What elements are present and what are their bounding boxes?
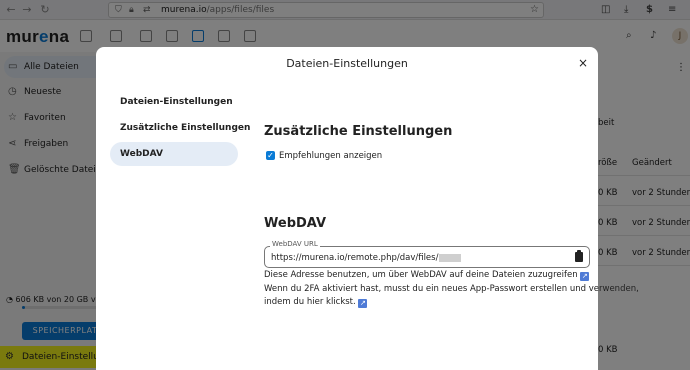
modal-nav-label: Zusätzliche Einstellungen xyxy=(120,123,251,133)
settings-modal: Dateien-Einstellungen × Dateien-Einstell… xyxy=(96,47,639,370)
webdav-help-line-3[interactable]: indem du hier klickst. ↗ xyxy=(264,297,368,308)
modal-nav-label: Dateien-Einstellungen xyxy=(120,97,233,107)
modal-nav-additional-settings[interactable]: Zusätzliche Einstellungen xyxy=(110,116,250,140)
modal-title: Dateien-Einstellungen xyxy=(286,57,408,70)
modal-nav-label: WebDAV xyxy=(120,149,163,159)
external-link-icon[interactable]: ↗ xyxy=(580,272,590,281)
clipboard-icon[interactable] xyxy=(575,250,583,262)
webdav-heading: WebDAV xyxy=(264,216,327,231)
recommendations-checkbox[interactable]: ✓ xyxy=(266,151,275,160)
redacted-username xyxy=(439,253,462,262)
modal-nav-files-settings[interactable]: Dateien-Einstellungen xyxy=(110,90,238,114)
webdav-help-line-2: Wenn du 2FA aktiviert hast, musst du ein… xyxy=(264,284,639,294)
modal-nav-webdav[interactable]: WebDAV xyxy=(110,142,238,166)
webdav-url-label: WebDAV URL xyxy=(270,240,320,248)
webdav-help-line-1: Diese Adresse benutzen, um über WebDAV a… xyxy=(264,270,590,281)
webdav-url-field[interactable]: https://murena.io/remote.php/dav/files/ xyxy=(264,246,590,268)
close-icon[interactable]: × xyxy=(578,56,588,70)
webdav-url-value[interactable]: https://murena.io/remote.php/dav/files/ xyxy=(271,253,462,263)
additional-settings-heading: Zusätzliche Einstellungen xyxy=(264,124,453,139)
recommendations-label[interactable]: Empfehlungen anzeigen xyxy=(279,151,382,161)
external-link-icon[interactable]: ↗ xyxy=(358,299,368,308)
